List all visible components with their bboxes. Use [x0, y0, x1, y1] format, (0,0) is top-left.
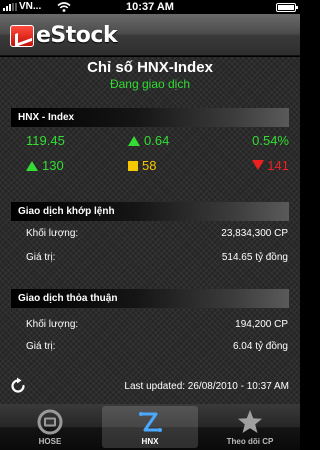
declines-count: 141 [252, 158, 289, 173]
matched-value-label: Giá trị: [26, 252, 56, 263]
index-change-percent: 0.54% [252, 133, 289, 148]
tab-hose[interactable]: HOSE [2, 406, 98, 448]
unchanged-count: 58 [128, 158, 156, 173]
matched-volume-value: 23,834,300 CP [221, 228, 288, 239]
advances-count: 130 [26, 158, 64, 173]
section-header-negotiated: Giao dịch thỏa thuận [11, 289, 289, 308]
index-change-value: 0.64 [144, 133, 170, 148]
matched-value-value: 514.65 tỷ đồng [221, 252, 288, 263]
hnx-icon [136, 408, 164, 436]
index-value: 119.45 [26, 133, 65, 148]
advances-value: 130 [42, 158, 64, 173]
app-logo: eStock [10, 23, 118, 48]
unchanged-square-icon [128, 161, 138, 171]
trading-status: Đang giao dịch [109, 77, 191, 91]
page-title: Chỉ số HNX-Index [87, 59, 213, 76]
last-updated-text: Last updated: 26/08/2010 - 10:37 AM [124, 381, 289, 392]
negotiated-value-label: Giá trị: [26, 341, 56, 352]
tab-hnx[interactable]: HNX [102, 406, 198, 448]
negotiated-volume-label: Khối lượng: [26, 319, 79, 330]
index-change: 0.64 [128, 133, 169, 148]
negotiated-value-value: 6.04 tỷ đồng [232, 341, 288, 352]
app-header: eStock [0, 14, 300, 56]
battery-icon [276, 3, 298, 12]
arrow-up-icon [128, 136, 140, 146]
negotiated-volume-value: 194,200 CP [235, 319, 288, 330]
tab-bar: HOSE HNX Theo dõi CP [0, 404, 300, 450]
hose-icon [36, 408, 64, 436]
section-header-index: HNX - Index [11, 108, 289, 127]
refresh-icon[interactable] [9, 377, 27, 395]
section-header-matched: Giao dịch khớp lệnh [11, 202, 289, 221]
status-time: 10:37 AM [126, 1, 174, 13]
tab-watchlist[interactable]: Theo dõi CP [202, 406, 298, 448]
logo-text: eStock [36, 23, 118, 48]
tab-hnx-label: HNX [141, 437, 159, 446]
advances-up-icon [26, 161, 38, 171]
star-icon [236, 408, 264, 436]
tab-hose-label: HOSE [38, 437, 62, 446]
estock-logo-icon [10, 24, 34, 47]
tab-watchlist-label: Theo dõi CP [226, 437, 274, 446]
main-content: Chỉ số HNX-Index Đang giao dịch HNX - In… [0, 57, 300, 404]
arrow-down-icon [252, 160, 265, 170]
matched-volume-label: Khối lượng: [26, 228, 79, 239]
unchanged-value: 58 [142, 158, 157, 173]
status-bar: VN... 10:37 AM [0, 0, 300, 14]
declines-value: 141 [267, 158, 289, 173]
